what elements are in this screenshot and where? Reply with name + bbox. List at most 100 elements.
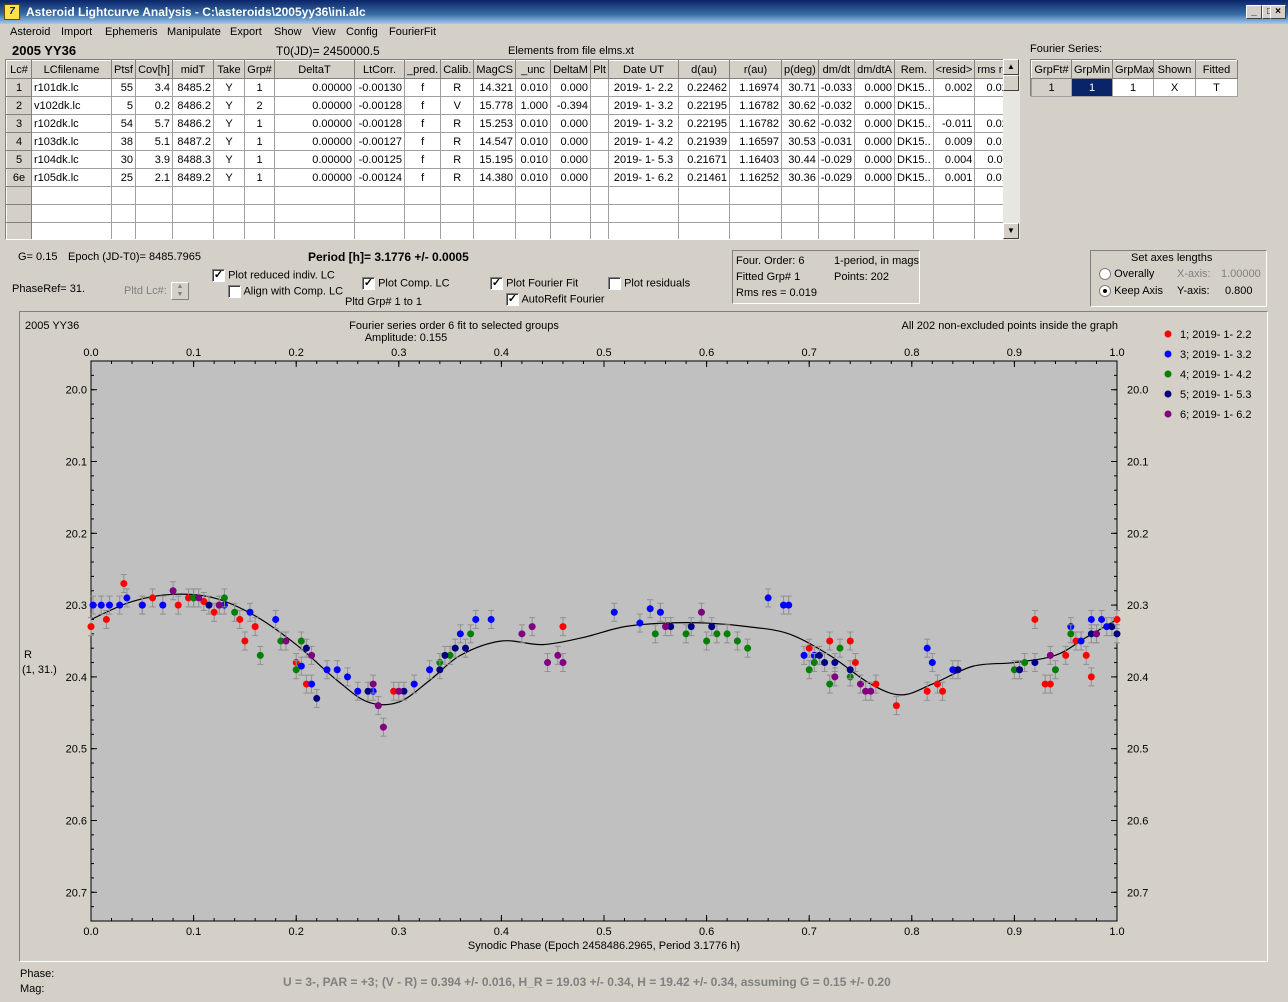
table-cell[interactable]: 1.16403: [729, 150, 783, 169]
empty-row[interactable]: [6, 222, 1018, 239]
data-point[interactable]: [708, 623, 716, 631]
table-cell[interactable]: 1: [244, 132, 275, 151]
data-point[interactable]: [662, 623, 670, 631]
data-point[interactable]: [1051, 666, 1059, 674]
data-point[interactable]: [174, 601, 182, 609]
table-cell[interactable]: 0.00000: [274, 168, 355, 187]
data-point[interactable]: [744, 644, 752, 652]
table-cell[interactable]: [440, 222, 475, 239]
table-cell[interactable]: [590, 132, 610, 151]
lightcurve-chart[interactable]: 0.0 0.0 0.1 0.1 0.2 0.2 0.3 0.3 0.4 0.4 0.5 0.5 0.6 0…: [20, 312, 1267, 961]
table-cell[interactable]: 30.71: [781, 78, 819, 97]
row-header[interactable]: 5: [6, 150, 32, 169]
table-cell[interactable]: 5.1: [135, 132, 173, 151]
data-point[interactable]: [764, 594, 772, 602]
table-cell[interactable]: 8487.2: [172, 132, 214, 151]
data-point[interactable]: [220, 594, 228, 602]
data-point[interactable]: [302, 644, 310, 652]
table-cell[interactable]: 2019- 1- 2.2: [608, 78, 680, 97]
data-point[interactable]: [410, 680, 418, 688]
data-point[interactable]: [554, 651, 562, 659]
column-header[interactable]: Grp#: [244, 60, 275, 79]
table-cell[interactable]: 0.000: [854, 168, 896, 187]
data-point[interactable]: [215, 601, 223, 609]
column-header[interactable]: LCfilename: [31, 60, 112, 79]
menu-export[interactable]: Export: [230, 26, 262, 38]
row-header[interactable]: [6, 204, 32, 223]
table-cell[interactable]: [31, 186, 112, 205]
table-cell[interactable]: [590, 168, 610, 187]
table-cell[interactable]: [515, 222, 552, 239]
column-header[interactable]: Cov[h]: [135, 60, 173, 79]
table-cell[interactable]: 0.000: [550, 150, 592, 169]
column-header[interactable]: Plt: [590, 60, 610, 79]
data-point[interactable]: [369, 680, 377, 688]
fourier-cell[interactable]: X: [1153, 78, 1196, 97]
table-cell[interactable]: -0.031: [817, 132, 856, 151]
table-cell[interactable]: 1.16974: [729, 78, 783, 97]
table-row[interactable]: 2 v102dk.lc 5 0.2 8486.2 Y 2 0.00000 -0.00128 f V 1…: [6, 96, 1018, 115]
table-cell[interactable]: f: [403, 150, 442, 169]
table-cell[interactable]: Y: [213, 96, 245, 115]
data-point[interactable]: [323, 666, 331, 674]
column-header[interactable]: MagCS: [473, 60, 517, 79]
table-cell[interactable]: 0.00000: [274, 132, 355, 151]
fourier-column-header[interactable]: Fitted: [1195, 60, 1238, 79]
data-point[interactable]: [116, 601, 124, 609]
data-point[interactable]: [451, 644, 459, 652]
data-point[interactable]: [1113, 630, 1121, 638]
column-header[interactable]: dm/dt: [817, 60, 856, 79]
menu-fourierfit[interactable]: FourierFit: [389, 26, 436, 38]
column-header[interactable]: Lc#: [6, 60, 32, 79]
column-header[interactable]: dm/dtA: [854, 60, 896, 79]
table-cell[interactable]: -0.00124: [354, 168, 405, 187]
column-header[interactable]: Calib.: [440, 60, 475, 79]
table-cell[interactable]: DK15..: [894, 150, 934, 169]
fourier-column-header[interactable]: GrpMax: [1112, 60, 1154, 79]
table-cell[interactable]: -0.029: [817, 168, 856, 187]
data-point[interactable]: [826, 680, 834, 688]
data-point[interactable]: [651, 630, 659, 638]
table-cell[interactable]: [678, 222, 731, 239]
table-cell[interactable]: 8485.2: [172, 78, 214, 97]
table-cell[interactable]: 0.010: [515, 114, 552, 133]
table-cell[interactable]: [135, 204, 173, 223]
table-cell[interactable]: 0.21939: [678, 132, 731, 151]
table-cell[interactable]: [403, 222, 442, 239]
table-cell[interactable]: f: [403, 132, 442, 151]
data-point[interactable]: [308, 651, 316, 659]
table-cell[interactable]: [213, 222, 245, 239]
data-point[interactable]: [682, 630, 690, 638]
data-point[interactable]: [256, 651, 264, 659]
data-point[interactable]: [610, 608, 618, 616]
row-header[interactable]: [6, 186, 32, 205]
data-point[interactable]: [646, 605, 654, 613]
table-cell[interactable]: [729, 204, 783, 223]
table-cell[interactable]: [608, 186, 680, 205]
data-point[interactable]: [733, 637, 741, 645]
table-cell[interactable]: 0.002: [932, 78, 976, 97]
table-cell[interactable]: -0.032: [817, 96, 856, 115]
column-header[interactable]: Take: [213, 60, 245, 79]
table-cell[interactable]: [213, 204, 245, 223]
data-point[interactable]: [867, 687, 875, 695]
data-point[interactable]: [821, 659, 829, 667]
data-point[interactable]: [1016, 666, 1024, 674]
table-cell[interactable]: [111, 204, 136, 223]
table-cell[interactable]: f: [403, 96, 442, 115]
row-header[interactable]: 2: [6, 96, 32, 115]
data-point[interactable]: [923, 687, 931, 695]
data-point[interactable]: [697, 608, 705, 616]
plot-reduced-checkbox[interactable]: ✓ Plot reduced indiv. LC: [212, 269, 335, 282]
data-point[interactable]: [1098, 615, 1106, 623]
menu-asteroid[interactable]: Asteroid: [10, 26, 50, 38]
data-point[interactable]: [1046, 680, 1054, 688]
table-cell[interactable]: 0.22195: [678, 114, 731, 133]
data-point[interactable]: [831, 673, 839, 681]
data-point[interactable]: [379, 723, 387, 731]
align-comp-checkbox[interactable]: Align with Comp. LC: [228, 285, 343, 298]
row-header[interactable]: 6e: [6, 168, 32, 187]
table-cell[interactable]: Y: [213, 114, 245, 133]
data-point[interactable]: [518, 630, 526, 638]
table-cell[interactable]: Y: [213, 168, 245, 187]
